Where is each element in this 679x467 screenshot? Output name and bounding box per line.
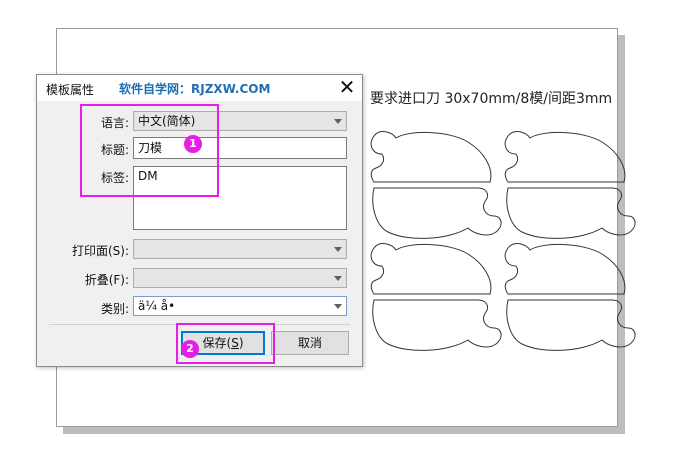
die-cut-shapes [370,131,636,351]
shape-row4-right [506,299,636,351]
step-marker-2: 2 [181,340,199,358]
chevron-down-icon [334,304,342,309]
shape-row2-right [506,187,636,239]
chevron-down-icon [334,276,342,281]
watermark-text: 软件自学网：RJZXW.COM [119,82,271,96]
chevron-down-icon [334,247,342,252]
shape-row4-left [372,299,502,351]
category-select[interactable]: ä¼ å• [133,296,347,316]
print-side-label: 打印面(S): [71,244,129,258]
shape-row1-left [370,131,492,183]
category-value: ä¼ å• [138,299,176,313]
category-label: 类别: [100,302,129,316]
fold-label: 折叠(F): [84,273,129,287]
cancel-button[interactable]: 取消 [271,331,349,355]
dialog-titlebar: 模板属性 软件自学网：RJZXW.COM ✕ [37,75,362,101]
canvas-caption: 要求进口刀 30x70mm/8模/间距3mm [370,91,613,107]
fold-select[interactable] [133,268,347,288]
dialog-title: 模板属性 [46,83,95,97]
chevron-down-icon [334,119,342,124]
shape-row1-right [504,131,626,183]
print-side-select[interactable] [133,239,347,259]
shape-row3-right [504,243,626,295]
close-icon[interactable]: ✕ [336,76,358,98]
shape-row3-left [370,243,492,295]
shape-row2-left [372,187,502,239]
step-marker-1: 1 [184,135,202,153]
